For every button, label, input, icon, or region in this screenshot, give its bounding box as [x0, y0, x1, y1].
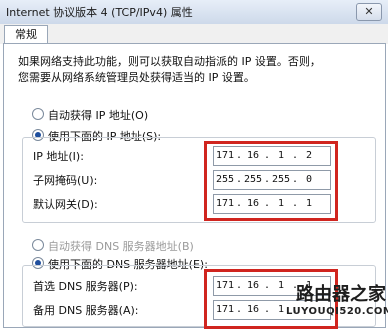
preferred-dns-label: 首选 DNS 服务器(P):: [33, 280, 138, 293]
subnet-mask-label: 子网掩码(U):: [33, 174, 98, 187]
auto-ip-label: 自动获得 IP 地址(O): [48, 109, 149, 122]
alternate-dns-label: 备用 DNS 服务器(A):: [33, 304, 139, 317]
auto-dns-label: 自动获得 DNS 服务器地址(B): [48, 240, 194, 253]
ip-address-label: IP 地址(I):: [33, 150, 84, 163]
window-title: Internet 协议版本 4 (TCP/IPv4) 属性: [6, 6, 193, 19]
watermark-url: LUYOUQI520.COM: [286, 306, 388, 317]
radio-unchecked-icon: [32, 239, 44, 251]
description-text: 如果网络支持此功能，则可以获取自动指派的 IP 设置。否则， 您需要从网络系统管…: [18, 54, 378, 86]
site-watermark: 路由器之家 LUYOUQI520.COM: [286, 284, 388, 326]
tab-general[interactable]: 常规: [4, 25, 48, 44]
description-line-1: 如果网络支持此功能，则可以获取自动指派的 IP 设置。否则，: [18, 55, 321, 68]
watermark-title: 路由器之家: [296, 284, 386, 305]
default-gateway-label: 默认网关(D):: [33, 198, 98, 211]
radio-unchecked-icon: [32, 108, 44, 120]
auto-ip-radio[interactable]: 自动获得 IP 地址(O): [32, 107, 148, 123]
close-button[interactable]: ✕: [356, 3, 382, 21]
auto-dns-radio[interactable]: 自动获得 DNS 服务器地址(B): [32, 238, 194, 254]
description-line-2: 您需要从网络系统管理员处获得适当的 IP 设置。: [18, 71, 255, 84]
tab-strip: 常规: [0, 24, 388, 44]
ip-highlight-box: [204, 141, 338, 221]
window-titlebar: Internet 协议版本 4 (TCP/IPv4) 属性 ✕: [0, 0, 388, 25]
close-icon: ✕: [364, 5, 374, 18]
